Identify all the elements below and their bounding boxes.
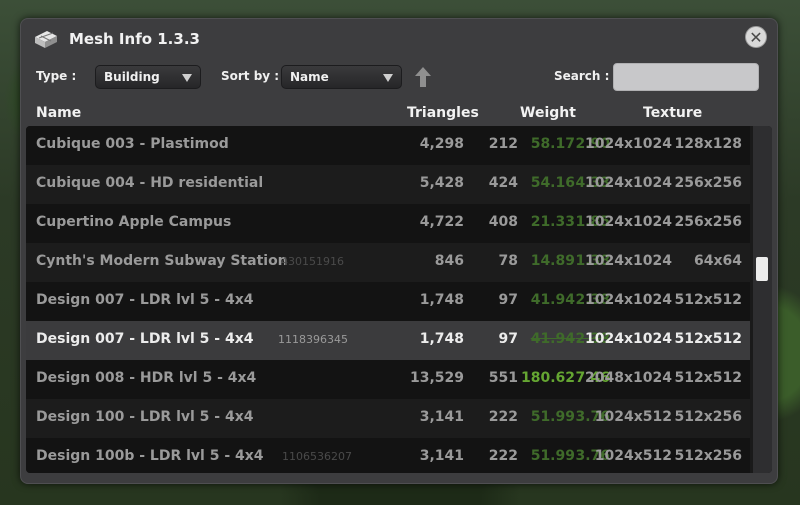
item-name: Design 007 - LDR lvl 5 - 4x4 xyxy=(36,331,254,347)
item-triangles: 5,428 xyxy=(419,175,464,191)
item-texture: 1024x1024 xyxy=(585,292,672,308)
column-header-weight[interactable]: Weight xyxy=(520,105,576,121)
item-weight: 54.16 xyxy=(530,175,575,191)
item-texture-lod: 512x512 xyxy=(674,370,742,386)
item-triangles: 4,298 xyxy=(419,136,464,152)
item-triangles-lod: 78 xyxy=(498,253,518,269)
item-name: Design 007 - LDR lvl 5 - 4x4 xyxy=(36,292,254,308)
list-item[interactable]: Cubique 004 - HD residential 5,428 424 5… xyxy=(26,165,750,204)
chevron-down-icon xyxy=(182,74,192,82)
type-dropdown[interactable]: Building xyxy=(95,65,201,89)
type-label: Type : xyxy=(36,69,77,83)
search-input[interactable] xyxy=(613,63,759,91)
item-texture: 1024x1024 xyxy=(585,175,672,191)
close-button[interactable]: ✕ xyxy=(745,26,767,48)
item-texture-lod: 512x512 xyxy=(674,331,742,347)
item-triangles: 13,529 xyxy=(409,370,464,386)
close-icon: ✕ xyxy=(749,28,763,47)
item-weight: 14.89 xyxy=(530,253,575,269)
item-name: Design 100 - LDR lvl 5 - 4x4 xyxy=(36,409,254,425)
item-triangles-lod: 97 xyxy=(498,292,518,308)
search-label: Search : xyxy=(554,69,610,83)
item-texture-lod: 512x256 xyxy=(674,409,742,425)
item-texture: 1024x1024 xyxy=(585,331,672,347)
column-header-triangles[interactable]: Triangles xyxy=(407,105,479,121)
item-triangles-lod: 408 xyxy=(488,214,518,230)
item-weight: 41.94 xyxy=(530,292,575,308)
item-texture: 1024x1024 xyxy=(585,253,672,269)
item-name: Cynth's Modern Subway Station xyxy=(36,253,288,269)
item-weight: 51.99 xyxy=(530,409,575,425)
list-item[interactable]: Cupertino Apple Campus 4,722 408 21.33 1… xyxy=(26,204,750,243)
title-bar[interactable]: Mesh Info 1.3.3 ✕ xyxy=(21,19,777,61)
item-triangles-lod: 551 xyxy=(488,370,518,386)
item-triangles: 3,141 xyxy=(419,448,464,464)
mesh-info-icon xyxy=(35,31,57,48)
item-triangles-lod: 222 xyxy=(488,409,518,425)
type-dropdown-value: Building xyxy=(104,70,160,84)
sort-direction-arrow-icon[interactable] xyxy=(414,66,432,88)
item-triangles: 1,748 xyxy=(419,292,464,308)
list-item[interactable]: Design 007 - LDR lvl 5 - 4x4 1,748 97 41… xyxy=(26,282,750,321)
item-weight: 21.33 xyxy=(530,214,575,230)
item-texture: 2048x1024 xyxy=(585,370,672,386)
sort-by-dropdown-value: Name xyxy=(290,70,329,84)
list-item[interactable]: Cubique 003 - Plastimod 4,298 212 58.17 … xyxy=(26,126,750,165)
scrollbar-thumb[interactable] xyxy=(756,257,768,281)
sort-by-label: Sort by : xyxy=(221,69,280,83)
sort-by-dropdown[interactable]: Name xyxy=(281,65,402,89)
column-header-name[interactable]: Name xyxy=(36,105,81,121)
item-name: Design 008 - HDR lvl 5 - 4x4 xyxy=(36,370,257,386)
item-triangles: 4,722 xyxy=(419,214,464,230)
vertical-scrollbar[interactable] xyxy=(753,126,772,473)
item-weight: 41.94 xyxy=(530,331,575,347)
list-item-selected[interactable]: Design 007 - LDR lvl 5 - 4x4 1118396345 … xyxy=(26,321,750,360)
item-texture: 1024x1024 xyxy=(585,214,672,230)
item-workshop-id: 430151916 xyxy=(281,255,344,268)
item-texture-lod: 64x64 xyxy=(694,253,742,269)
item-texture: 1024x512 xyxy=(594,409,672,425)
list-item[interactable]: Design 008 - HDR lvl 5 - 4x4 13,529 551 … xyxy=(26,360,750,399)
list-item[interactable]: Design 100 - LDR lvl 5 - 4x4 3,141 222 5… xyxy=(26,399,750,438)
list-item[interactable]: Design 100b - LDR lvl 5 - 4x4 1106536207… xyxy=(26,438,750,473)
item-name: Cupertino Apple Campus xyxy=(36,214,232,230)
item-texture-lod: 256x256 xyxy=(674,214,742,230)
item-weight: 51.99 xyxy=(530,448,575,464)
chevron-down-icon xyxy=(383,74,393,82)
item-name: Cubique 004 - HD residential xyxy=(36,175,264,191)
item-texture: 1024x1024 xyxy=(585,136,672,152)
item-weight: 180.62 xyxy=(520,370,575,386)
item-texture-lod: 128x128 xyxy=(674,136,742,152)
window-title: Mesh Info 1.3.3 xyxy=(69,30,200,48)
item-weight: 58.17 xyxy=(530,136,575,152)
list-item[interactable]: Cynth's Modern Subway Station 430151916 … xyxy=(26,243,750,282)
item-name: Design 100b - LDR lvl 5 - 4x4 xyxy=(36,448,264,464)
item-texture: 1024x512 xyxy=(594,448,672,464)
item-triangles: 846 xyxy=(434,253,464,269)
item-triangles-lod: 212 xyxy=(488,136,518,152)
item-triangles-lod: 222 xyxy=(488,448,518,464)
column-header-texture[interactable]: Texture xyxy=(643,105,702,121)
item-workshop-id: 1118396345 xyxy=(278,333,348,346)
item-workshop-id: 1106536207 xyxy=(282,450,352,463)
mesh-info-window: Mesh Info 1.3.3 ✕ Type : Building Sort b… xyxy=(20,18,778,484)
item-texture-lod: 512x256 xyxy=(674,448,742,464)
mesh-list[interactable]: Cubique 003 - Plastimod 4,298 212 58.17 … xyxy=(26,126,772,473)
item-triangles: 3,141 xyxy=(419,409,464,425)
item-texture-lod: 256x256 xyxy=(674,175,742,191)
item-name: Cubique 003 - Plastimod xyxy=(36,136,229,152)
item-triangles: 1,748 xyxy=(419,331,464,347)
item-texture-lod: 512x512 xyxy=(674,292,742,308)
item-triangles-lod: 97 xyxy=(498,331,518,347)
item-triangles-lod: 424 xyxy=(488,175,518,191)
